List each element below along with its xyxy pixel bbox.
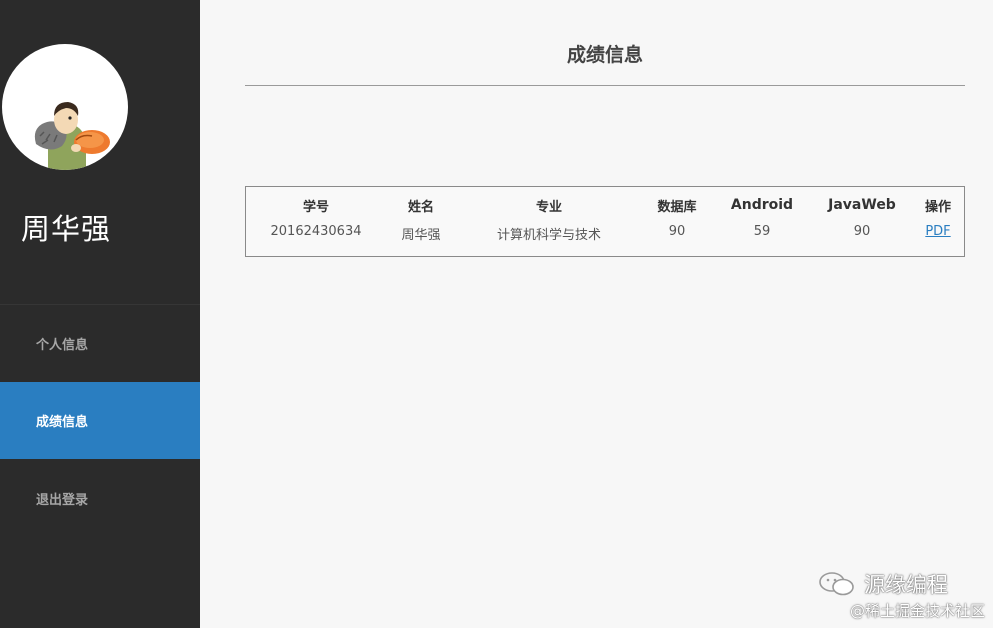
sidebar-item-label: 退出登录 xyxy=(36,493,89,508)
table-header-row: 学号 姓名 专业 数据库 Android JavaWeb 操作 xyxy=(246,187,964,223)
title-divider xyxy=(245,85,965,86)
sidebar-item-logout[interactable]: 退出登录 xyxy=(0,460,200,537)
cell-student-id: 20162430634 xyxy=(270,224,362,239)
user-name: 周华强 xyxy=(21,212,112,246)
column-header-name: 姓名 xyxy=(407,199,434,215)
column-header-android: Android xyxy=(730,197,794,213)
cell-name: 周华强 xyxy=(401,228,441,243)
wechat-icon xyxy=(819,572,854,596)
column-header-action: 操作 xyxy=(924,199,951,215)
avatar-cartoon-icon xyxy=(34,102,110,170)
sidebar-item-label: 成绩信息 xyxy=(36,415,89,430)
sidebar-item-personal-info[interactable]: 个人信息 xyxy=(0,305,200,382)
pdf-link[interactable]: PDF xyxy=(925,224,950,239)
page-title: 成绩信息 xyxy=(566,44,643,66)
grades-table: 学号 姓名 专业 数据库 Android JavaWeb 操作 20162430… xyxy=(245,186,965,257)
column-header-student-id: 学号 xyxy=(302,199,329,215)
cell-major: 计算机科学与技术 xyxy=(496,228,601,243)
cell-action: PDF xyxy=(912,223,964,256)
sidebar-item-grades[interactable]: 成绩信息 xyxy=(0,382,200,459)
sidebar-item-label: 个人信息 xyxy=(36,338,89,353)
watermark-brand: 源缘编程 xyxy=(818,569,948,599)
column-header-major: 专业 xyxy=(535,199,562,215)
watermark-brand-text: 源缘编程 xyxy=(864,573,948,597)
sidebar: 周华强 个人信息 成绩信息 退出登录 xyxy=(0,0,200,628)
cell-database-score: 90 xyxy=(668,224,686,239)
avatar[interactable] xyxy=(2,44,128,170)
column-header-javaweb: JavaWeb xyxy=(828,197,896,213)
watermark-site: @稀土掘金技术社区 xyxy=(849,602,985,620)
column-header-database: 数据库 xyxy=(657,199,697,215)
cell-android-score: 59 xyxy=(753,224,771,239)
cell-javaweb-score: 90 xyxy=(853,224,871,239)
table-row: 20162430634 周华强 计算机科学与技术 90 59 90 PDF xyxy=(246,223,964,256)
